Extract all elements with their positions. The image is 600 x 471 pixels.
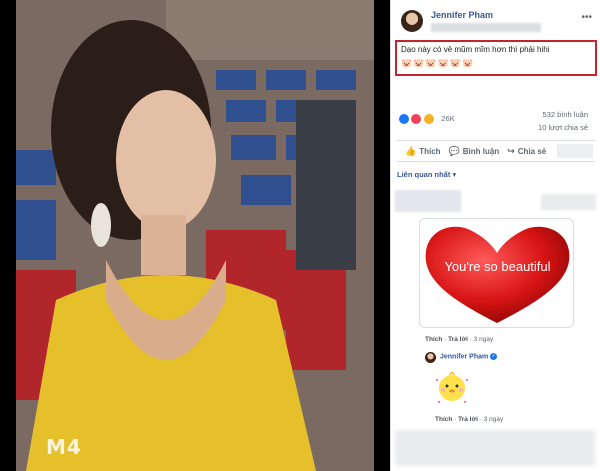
action-blurred — [557, 144, 593, 158]
more-horizontal-icon[interactable]: ••• — [581, 12, 592, 23]
post-action-bar: 👍 Thích 💬 Bình luận ↪ Chia sẻ — [397, 140, 595, 162]
comment-icon: 💬 — [448, 145, 460, 156]
post-photo[interactable]: M4 — [16, 0, 374, 471]
share-icon: ↪ — [507, 145, 515, 156]
comment-sort-dropdown[interactable]: Liên quan nhất ▾ — [397, 170, 456, 179]
post-meta-blurred — [431, 23, 541, 32]
comment-button[interactable]: 💬 Bình luận — [449, 146, 500, 157]
reply-like-link[interactable]: Thích — [435, 416, 452, 423]
comment-actions: Thích · Trả lời · 3 ngày — [425, 336, 494, 343]
shares-count-link[interactable]: 10 lượt chia sẻ — [538, 123, 588, 132]
sort-label: Liên quan nhất — [397, 170, 451, 179]
reply-actions: Thích · Trả lời · 3 ngày — [435, 416, 504, 423]
love-reaction-icon — [411, 113, 422, 124]
chick-sticker-icon — [435, 371, 469, 404]
heart-sticker-image — [425, 226, 570, 323]
share-label: Chia sẻ — [517, 146, 547, 156]
heart-sticker: You're so beautiful — [419, 218, 574, 328]
post-header: Jennifer Pham ••• — [401, 8, 596, 38]
status-highlight-box: Dạo này có vẻ mũm mĩm hơn thì phải hihi … — [395, 40, 597, 76]
auditorium-photo-image — [16, 0, 374, 471]
author-name-link[interactable]: Jennifer Pham — [431, 10, 493, 20]
like-label: Thích — [419, 146, 441, 156]
comment-time: 3 ngày — [473, 336, 494, 343]
comment-like-link[interactable]: Thích — [425, 336, 442, 343]
author-avatar[interactable] — [401, 10, 423, 32]
commenter-blurred — [395, 190, 461, 212]
reply-author-name: Jennifer Pham — [440, 353, 489, 361]
status-text: Dạo này có vẻ mũm mĩm hơn thì phải hihi — [401, 45, 550, 54]
reaction-count: 26K — [441, 114, 455, 124]
comment-label: Bình luận — [462, 146, 500, 156]
like-reaction-icon — [399, 113, 409, 124]
post-sidebar: Jennifer Pham ••• Dạo này có vẻ mũm mĩm … — [390, 0, 600, 471]
comment-blurred — [541, 194, 596, 210]
reply-author-link[interactable]: Jennifer Pham ✓ — [440, 353, 498, 361]
pig-emoji-row: 🐷🐷🐷🐷🐷🐷 — [401, 58, 475, 68]
comments-count-link[interactable]: 532 bình luận — [543, 110, 588, 119]
caret-down-icon: ▾ — [452, 170, 457, 179]
verified-badge-icon: ✓ — [490, 353, 498, 360]
bottom-blurred — [395, 430, 595, 466]
reply-comment: Jennifer Pham ✓ Thích · Trả lời · 3 ngày — [425, 352, 595, 442]
photo-panel: M4 — [0, 0, 390, 471]
sticker-caption: You're so beautiful — [444, 259, 551, 274]
watermark-logo: M4 — [46, 435, 82, 459]
thumbs-up-icon: 👍 — [405, 145, 417, 156]
haha-reaction-icon — [423, 113, 434, 124]
like-button[interactable]: 👍 Thích — [405, 146, 441, 157]
comment-reply-link[interactable]: Trả lời — [448, 336, 468, 343]
share-button[interactable]: ↪ Chia sẻ — [507, 146, 546, 157]
reply-time: 3 ngày — [483, 416, 504, 423]
reply-reply-link[interactable]: Trả lời — [458, 416, 478, 423]
reply-avatar[interactable] — [425, 352, 436, 363]
